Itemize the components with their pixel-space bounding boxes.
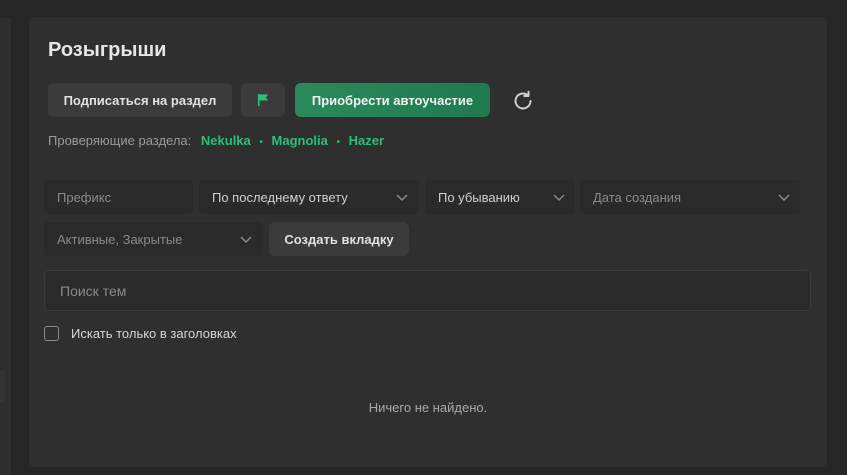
reviewers-label: Проверяющие раздела: [48, 133, 192, 148]
creation-date-placeholder: Дата создания [593, 189, 682, 205]
thread-state-select[interactable]: Активные, Закрытые [44, 222, 262, 256]
section-reviewers: Проверяющие раздела: Nekulka • Magnolia … [48, 133, 384, 148]
chevron-down-icon [240, 236, 252, 244]
refresh-button[interactable] [510, 88, 536, 114]
create-tab-label: Создать вкладку [284, 231, 394, 247]
create-tab-button[interactable]: Создать вкладку [269, 222, 409, 256]
refresh-icon [514, 90, 532, 110]
titles-only-label: Искать только в заголовках [71, 326, 237, 341]
titles-only-checkbox[interactable] [44, 326, 59, 341]
thread-state-value: Активные, Закрытые [57, 231, 183, 247]
reviewer-link[interactable]: Nekulka [201, 133, 251, 148]
chevron-down-icon [553, 194, 565, 202]
reviewer-link[interactable]: Magnolia [272, 133, 328, 148]
empty-results-message: Ничего не найдено. [368, 400, 488, 415]
sort-select-value: По последнему ответу [212, 189, 348, 205]
left-sidebar-edge [0, 18, 11, 475]
forum-section-panel: Розыгрыши Подписаться на раздел Приобрес… [29, 17, 827, 467]
chevron-down-icon [396, 194, 408, 202]
order-select-value: По убыванию [438, 189, 520, 205]
prefix-placeholder: Префикс [57, 189, 112, 205]
buy-autoparticipation-button[interactable]: Приобрести автоучастие [295, 83, 490, 117]
subscribe-button[interactable]: Подписаться на раздел [48, 83, 232, 117]
flag-icon [258, 94, 268, 106]
sort-select[interactable]: По последнему ответу [199, 180, 418, 214]
thread-search-input[interactable] [60, 282, 810, 299]
creation-date-select[interactable]: Дата создания [580, 180, 800, 214]
subscribe-button-label: Подписаться на раздел [63, 92, 217, 108]
prefix-select[interactable]: Префикс [44, 180, 193, 214]
reviewer-separator: • [259, 137, 263, 148]
reviewer-separator: • [336, 137, 341, 148]
chevron-down-icon [778, 194, 790, 202]
sidebar-scroll-nub [0, 370, 5, 402]
buy-autoparticipation-label: Приобрести автоучастие [311, 92, 474, 108]
page-title: Розыгрыши [48, 39, 167, 61]
reviewer-link[interactable]: Hazer [349, 133, 384, 148]
thread-search-field[interactable] [44, 270, 811, 311]
flag-button[interactable] [241, 83, 285, 117]
order-select[interactable]: По убыванию [425, 180, 575, 214]
titles-only-option[interactable]: Искать только в заголовках [44, 326, 237, 341]
